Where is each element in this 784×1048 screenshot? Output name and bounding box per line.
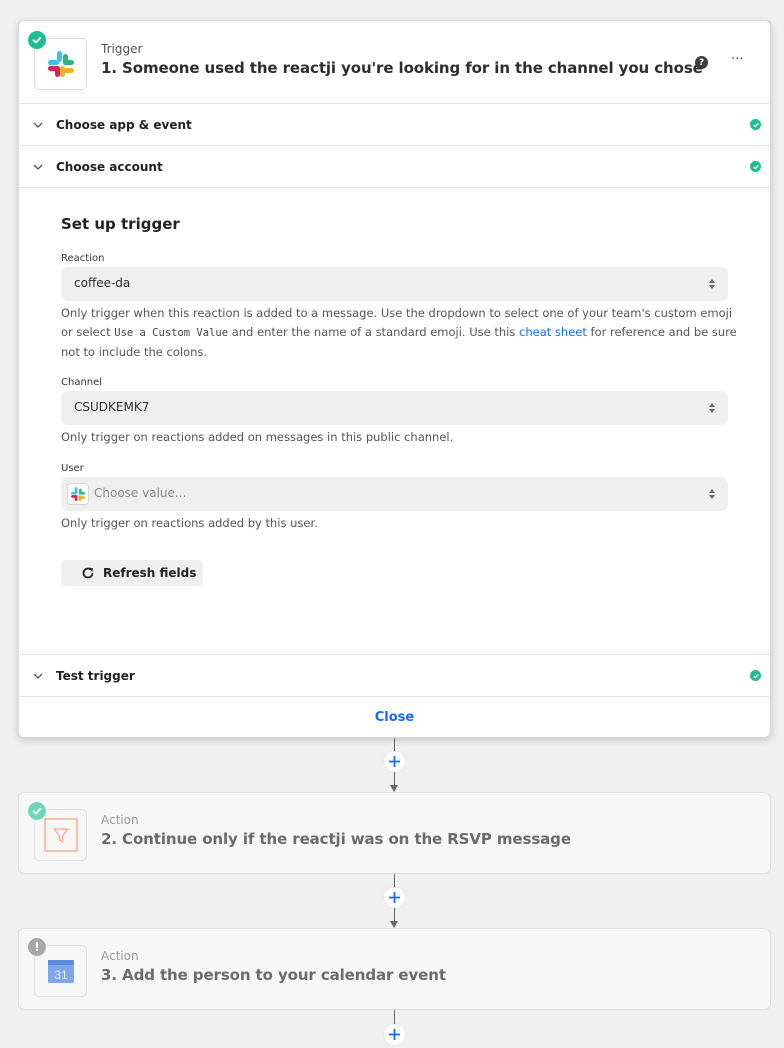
step-title: 2. Continue only if the reactji was on t… (101, 830, 571, 848)
reaction-select[interactable]: coffee-da (61, 267, 728, 301)
help-icon[interactable]: ? (695, 56, 708, 69)
setup-trigger-panel: Set up trigger Reaction coffee-da Only t… (19, 188, 770, 655)
step-kind-label: Action (101, 813, 139, 827)
channel-help-text: Only trigger on reactions added on messa… (61, 430, 454, 444)
user-help-text: Only trigger on reactions added by this … (61, 516, 318, 530)
reaction-help-text: Only trigger when this reaction is added… (61, 304, 741, 362)
section-label: Choose app & event (56, 117, 192, 132)
trigger-app-icon-box (27, 30, 87, 90)
step-complete-icon (27, 30, 47, 50)
section-label: Test trigger (56, 668, 135, 683)
chevron-down-icon (33, 673, 43, 679)
user-label: User (61, 463, 84, 474)
refresh-fields-button[interactable]: Refresh fields (61, 560, 203, 586)
step-warning-icon: ! (27, 937, 47, 957)
step-title: 1. Someone used the reactji you're looki… (101, 59, 703, 77)
refresh-icon (82, 567, 94, 579)
close-button[interactable]: Close (375, 710, 414, 725)
plus-icon (389, 1029, 400, 1040)
filter-icon (43, 818, 78, 852)
chevron-down-icon (33, 164, 43, 170)
section-complete-icon (750, 670, 761, 681)
arrow-down-icon (390, 921, 398, 928)
section-choose-app-event[interactable]: Choose app & event (19, 104, 770, 146)
reaction-value: coffee-da (74, 276, 131, 290)
select-arrows-icon (709, 403, 715, 413)
select-arrows-icon (709, 279, 715, 289)
calendar-day: 31 (54, 968, 68, 982)
channel-value: CSUDKEMK7 (74, 400, 150, 414)
calendar-app-icon-box: ! 31 (27, 937, 87, 997)
trigger-step-header[interactable]: Trigger 1. Someone used the reactji you'… (19, 21, 770, 104)
user-select[interactable]: Choose value... (61, 477, 728, 511)
user-placeholder: Choose value... (94, 486, 187, 500)
action-step-card-calendar[interactable]: ! 31 Action 3. Add the person to your ca… (18, 928, 771, 1010)
add-step-button[interactable] (384, 751, 405, 772)
section-label: Choose account (56, 159, 163, 174)
more-options-icon[interactable]: ··· (731, 52, 743, 67)
slack-icon (47, 51, 74, 77)
section-complete-icon (750, 161, 761, 172)
refresh-fields-label: Refresh fields (103, 566, 197, 580)
close-row: Close (19, 697, 770, 738)
step-complete-icon (27, 801, 47, 821)
arrow-down-icon (390, 785, 398, 792)
section-choose-account[interactable]: Choose account (19, 146, 770, 188)
add-step-button[interactable] (384, 887, 405, 908)
help-text-part: and enter the name of a standard emoji. … (228, 325, 520, 339)
step-kind-label: Trigger (101, 42, 143, 56)
channel-select[interactable]: CSUDKEMK7 (61, 391, 728, 425)
slack-icon (67, 483, 89, 505)
filter-app-icon-box (27, 801, 87, 861)
step-title: 3. Add the person to your calendar event (101, 966, 446, 984)
section-complete-icon (750, 119, 761, 130)
action-step-card-filter[interactable]: Action 2. Continue only if the reactji w… (18, 792, 771, 874)
trigger-step-card: Trigger 1. Someone used the reactji you'… (18, 20, 771, 738)
chevron-down-icon (33, 122, 43, 128)
setup-title: Set up trigger (61, 215, 180, 233)
plus-icon (389, 756, 400, 767)
step-kind-label: Action (101, 949, 139, 963)
select-arrows-icon (709, 489, 715, 499)
add-step-button[interactable] (384, 1024, 405, 1045)
reaction-label: Reaction (61, 253, 105, 264)
cheat-sheet-link[interactable]: cheat sheet (519, 325, 587, 339)
google-calendar-icon: 31 (47, 960, 74, 983)
custom-value-code: Use a Custom Value (114, 327, 229, 339)
section-test-trigger[interactable]: Test trigger (19, 655, 770, 697)
plus-icon (389, 892, 400, 903)
channel-label: Channel (61, 377, 103, 388)
